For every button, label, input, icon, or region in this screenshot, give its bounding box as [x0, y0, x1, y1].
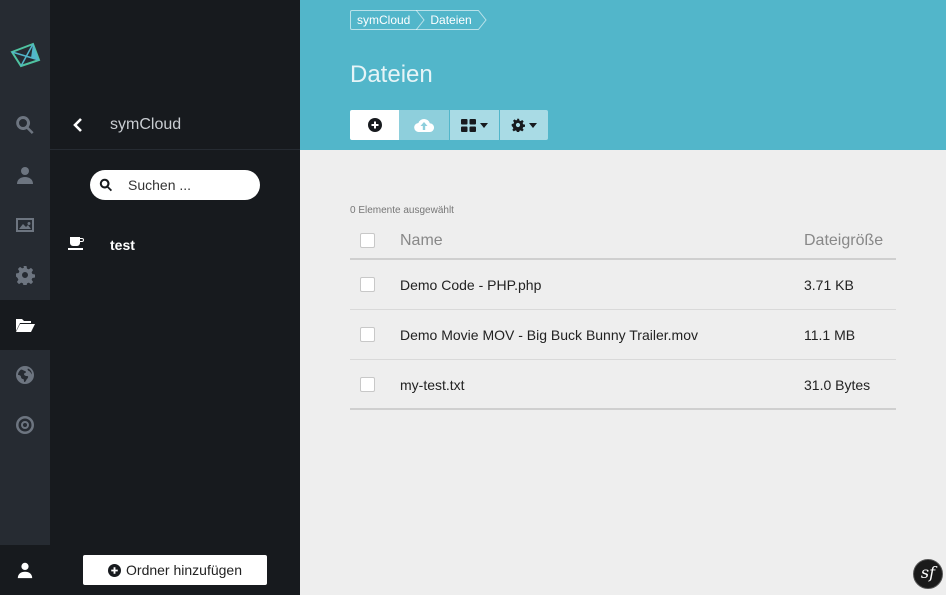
symfony-debug-badge[interactable]: sf: [913, 559, 943, 589]
search-input[interactable]: [128, 175, 253, 195]
chevron-left-icon: [73, 118, 82, 132]
user-icon: [17, 562, 33, 579]
column-header-size[interactable]: Dateigröße: [804, 232, 883, 250]
file-list-area: 0 Elemente ausgewählt Name Dateigröße De…: [300, 150, 946, 595]
rail-web[interactable]: [0, 350, 50, 400]
search-icon: [99, 178, 113, 192]
settings-dropdown[interactable]: [499, 110, 548, 140]
table-header: Name Dateigröße: [350, 220, 896, 260]
file-table: Name Dateigröße Demo Code - PHP.php 3.71…: [350, 220, 896, 410]
search-box[interactable]: [90, 170, 260, 200]
rail-profile[interactable]: [0, 545, 50, 595]
breadcrumb-item-dateien[interactable]: Dateien: [416, 10, 487, 30]
file-name: Demo Code - PHP.php: [400, 277, 542, 293]
file-size: 31.0 Bytes: [804, 377, 871, 393]
gear-icon: [16, 266, 35, 285]
select-all-checkbox[interactable]: [360, 233, 375, 248]
coffee-cup-icon: [68, 237, 84, 250]
globe-icon: [16, 366, 34, 384]
nav-item-test[interactable]: test: [68, 234, 268, 256]
plus-circle-icon: [367, 118, 382, 132]
caret-down-icon: [480, 122, 488, 128]
table-row[interactable]: Demo Code - PHP.php 3.71 KB: [350, 260, 896, 310]
icon-rail: [0, 0, 50, 595]
file-name: my-test.txt: [400, 377, 465, 393]
search-icon: [16, 116, 34, 134]
user-icon: [17, 167, 33, 184]
table-row[interactable]: my-test.txt 31.0 Bytes: [350, 360, 896, 410]
page-title: Dateien: [350, 61, 433, 88]
logo-icon[interactable]: [9, 40, 41, 70]
table-row[interactable]: Demo Movie MOV - Big Buck Bunny Trailer.…: [350, 310, 896, 360]
selection-count: 0 Elemente ausgewählt: [350, 205, 454, 216]
rail-search[interactable]: [0, 100, 50, 150]
breadcrumb: symCloud Dateien: [350, 10, 487, 30]
file-size: 11.1 MB: [804, 327, 856, 343]
grid-view-icon: [461, 118, 476, 132]
rail-files[interactable]: [0, 300, 50, 350]
caret-down-icon: [529, 122, 537, 128]
rail-settings[interactable]: [0, 250, 50, 300]
plus-circle-icon: [108, 563, 122, 577]
file-size: 3.71 KB: [804, 277, 854, 293]
column-header-name[interactable]: Name: [400, 232, 443, 250]
folder-open-icon: [16, 319, 35, 332]
rail-media[interactable]: [0, 200, 50, 250]
navigation-header: symCloud: [50, 100, 300, 150]
cloud-upload-icon: [414, 118, 434, 132]
file-name: Demo Movie MOV - Big Buck Bunny Trailer.…: [400, 327, 698, 343]
upload-button[interactable]: [399, 110, 449, 140]
toolbar: [350, 110, 548, 140]
page-header: symCloud Dateien Dateien: [300, 0, 946, 150]
breadcrumb-separator-icon: [477, 10, 487, 30]
add-folder-button[interactable]: Ordner hinzufügen: [83, 555, 267, 585]
navigation-title: symCloud: [110, 116, 182, 133]
nav-item-label: test: [110, 237, 135, 253]
navigation-panel: symCloud test Ordner hinzufügen: [50, 0, 300, 595]
target-icon: [16, 416, 34, 434]
add-folder-label: Ordner hinzufügen: [126, 562, 242, 578]
row-checkbox[interactable]: [360, 327, 375, 342]
rail-target[interactable]: [0, 400, 50, 450]
breadcrumb-item-symcloud[interactable]: symCloud: [350, 10, 425, 30]
row-checkbox[interactable]: [360, 377, 375, 392]
view-mode-dropdown[interactable]: [449, 110, 499, 140]
back-button[interactable]: [70, 115, 86, 135]
rail-users[interactable]: [0, 150, 50, 200]
row-checkbox[interactable]: [360, 277, 375, 292]
image-icon: [16, 218, 34, 232]
add-button[interactable]: [350, 110, 399, 140]
gear-icon: [511, 118, 525, 132]
